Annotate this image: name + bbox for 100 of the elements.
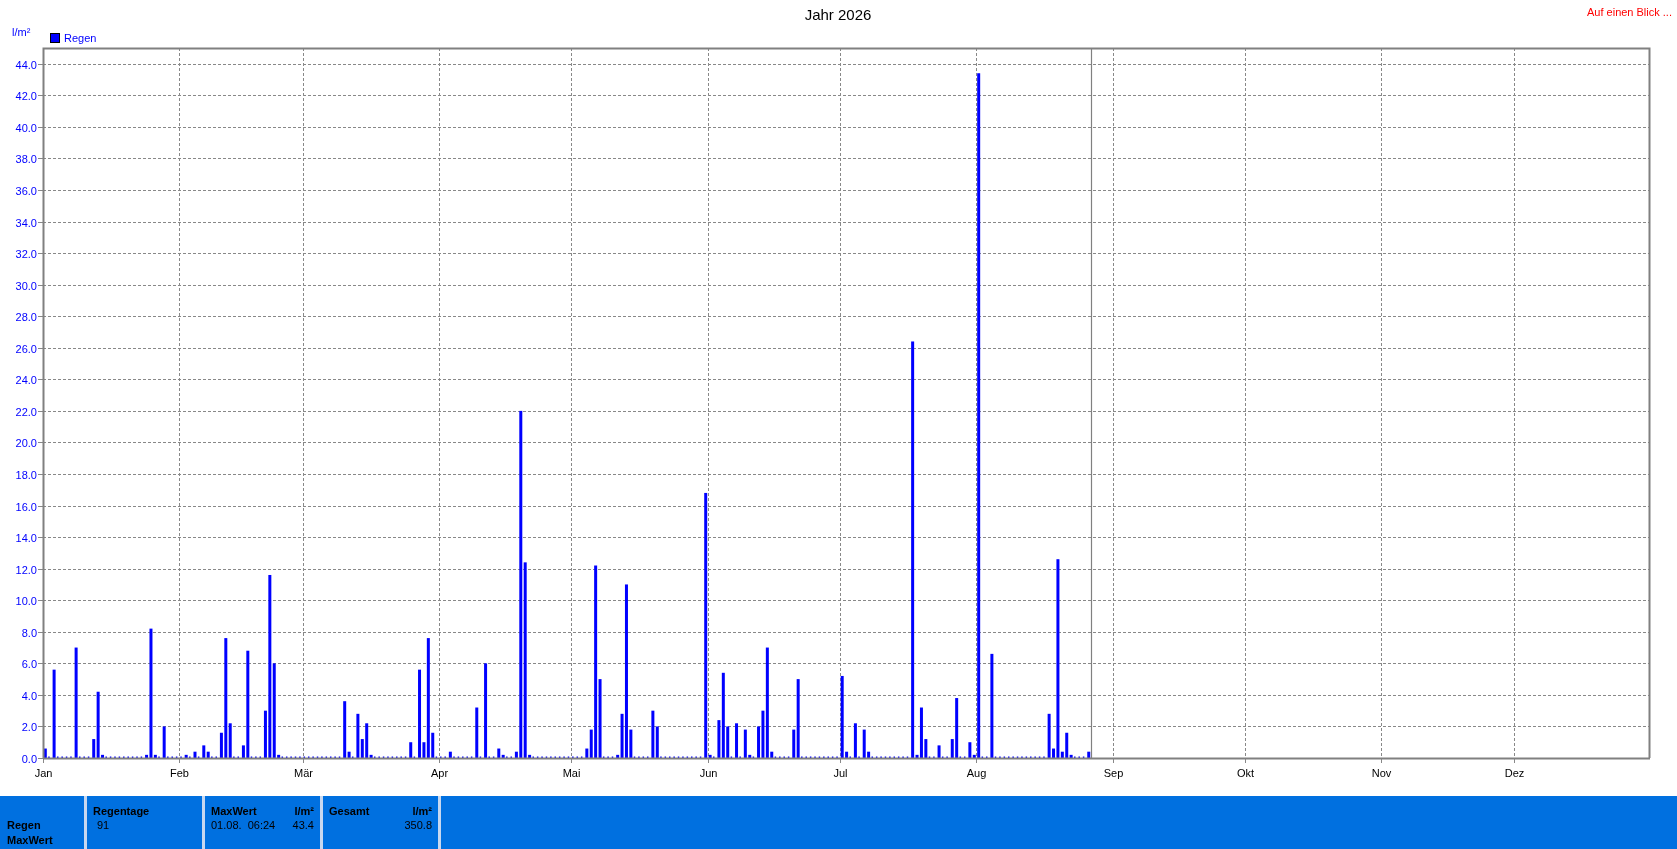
zero-marker — [180, 756, 182, 758]
zero-marker — [558, 756, 561, 758]
y-axis-label: 10.0 — [15, 594, 37, 607]
y-axis-label: 0.0 — [21, 752, 37, 765]
zero-marker — [1074, 756, 1076, 758]
zero-marker — [875, 756, 878, 758]
zero-marker — [87, 756, 90, 758]
zero-marker — [140, 756, 143, 758]
rain-bar — [735, 723, 739, 758]
zero-marker — [65, 756, 68, 758]
y-axis-label: 42.0 — [15, 89, 37, 102]
zero-marker — [1008, 756, 1010, 758]
zero-marker — [109, 756, 112, 758]
zero-marker — [941, 756, 944, 758]
zero-marker — [642, 756, 645, 758]
x-axis-label: Aug — [966, 767, 987, 779]
date-time: 01.08. 06:24 — [211, 818, 277, 832]
zero-marker — [400, 756, 402, 758]
zero-marker — [338, 756, 341, 758]
zero-marker — [330, 756, 332, 758]
x-axis-label: Jun — [699, 767, 718, 779]
zero-marker — [83, 756, 85, 758]
zero-marker — [1025, 756, 1028, 758]
zero-marker — [382, 756, 385, 758]
zero-marker — [1003, 756, 1006, 758]
y-axis-label: 14.0 — [15, 531, 37, 544]
zero-marker — [801, 756, 803, 758]
zero-marker — [114, 756, 116, 758]
zero-marker — [827, 756, 829, 758]
y-axis-label: 16.0 — [15, 500, 37, 513]
y-axis-label: 40.0 — [15, 121, 37, 134]
zero-marker — [902, 756, 904, 758]
y-axis-label: 2.0 — [21, 720, 37, 733]
zero-marker — [607, 756, 609, 758]
zero-marker — [664, 756, 667, 758]
overview-link[interactable]: Auf einen Blick ... — [1587, 6, 1672, 18]
zero-marker — [316, 756, 319, 758]
zero-marker — [457, 756, 460, 758]
zero-marker — [554, 756, 556, 758]
x-axis-label: Dez — [1504, 767, 1525, 779]
zero-marker — [691, 756, 693, 758]
y-axis-label: 32.0 — [15, 247, 37, 260]
zero-marker — [61, 756, 63, 758]
zero-marker — [255, 756, 257, 758]
zero-marker — [171, 756, 173, 758]
zero-marker — [105, 756, 107, 758]
zero-marker — [352, 756, 354, 758]
y-axis-unit: l/m² — [12, 26, 31, 38]
zero-marker — [462, 756, 464, 758]
zero-marker — [1034, 756, 1036, 758]
zero-marker — [752, 756, 755, 758]
zero-marker — [334, 756, 336, 758]
zero-marker — [739, 756, 741, 758]
zero-marker — [567, 756, 570, 758]
zero-marker — [470, 756, 473, 758]
y-axis-label: 6.0 — [21, 657, 37, 670]
y-axis-label: 30.0 — [15, 279, 37, 292]
y-axis-label: 38.0 — [15, 152, 37, 165]
zero-marker — [1016, 756, 1019, 758]
zero-marker — [79, 756, 81, 758]
zero-marker — [259, 756, 262, 758]
y-axis-label: 44.0 — [15, 58, 37, 71]
zero-marker — [378, 756, 380, 758]
zero-marker — [774, 756, 777, 758]
zero-marker — [48, 756, 50, 758]
zero-marker — [413, 756, 416, 758]
zero-marker — [1012, 756, 1014, 758]
rain-bar — [475, 707, 479, 758]
zero-marker — [158, 756, 160, 758]
zero-marker — [713, 756, 715, 758]
zero-marker — [136, 756, 138, 758]
zero-marker — [1030, 756, 1032, 758]
column-heading: Regentage — [93, 804, 151, 818]
zero-marker — [1038, 756, 1041, 758]
zero-marker — [660, 756, 662, 758]
zero-marker — [849, 756, 851, 758]
rain-bar — [448, 751, 452, 758]
y-axis-label: 24.0 — [15, 373, 37, 386]
y-axis-label: 20.0 — [15, 436, 37, 449]
y-axis-label: 4.0 — [21, 689, 37, 702]
y-axis-label: 18.0 — [15, 468, 37, 481]
column-heading: MaxWert — [211, 804, 258, 818]
zero-marker — [669, 756, 671, 758]
zero-marker — [880, 756, 882, 758]
zero-marker — [131, 756, 134, 758]
zero-marker — [189, 756, 191, 758]
zero-marker — [325, 756, 328, 758]
zero-marker — [999, 756, 1001, 758]
zero-marker — [175, 756, 178, 758]
zero-marker — [321, 756, 323, 758]
zero-marker — [70, 756, 72, 758]
zero-marker — [197, 756, 200, 758]
zero-marker — [682, 756, 684, 758]
zero-marker — [730, 756, 733, 758]
row-label: Regen — [7, 818, 42, 832]
zero-marker — [299, 756, 301, 758]
zero-marker — [928, 756, 931, 758]
y-axis-label: 26.0 — [15, 342, 37, 355]
zero-marker — [981, 756, 984, 758]
zero-marker — [466, 756, 468, 758]
